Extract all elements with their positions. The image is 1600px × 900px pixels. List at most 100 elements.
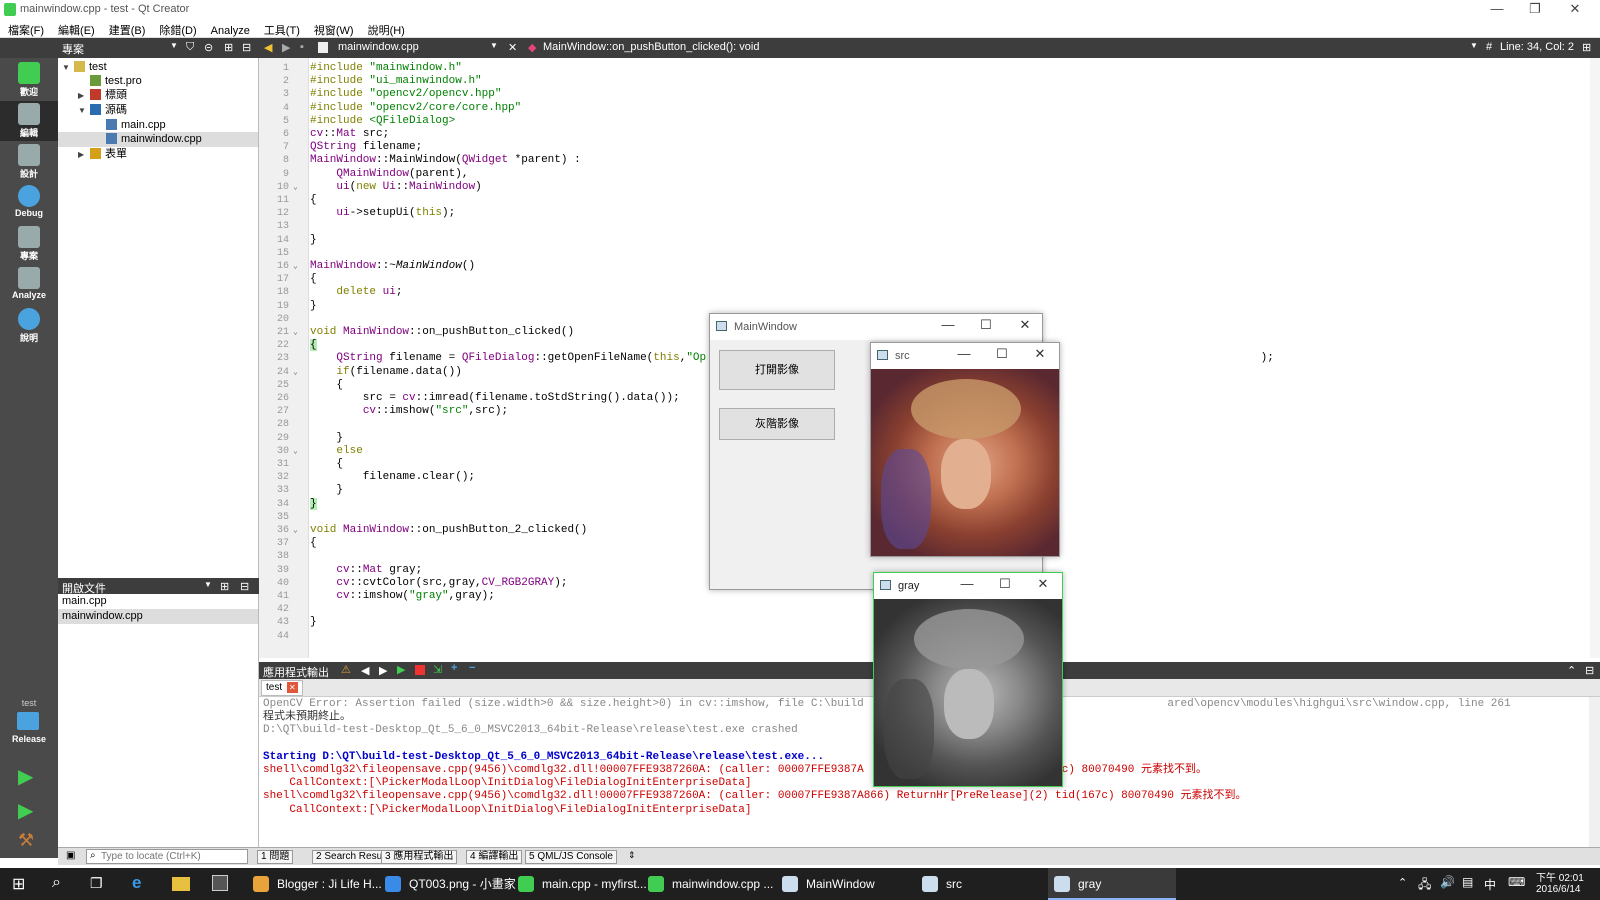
- volume-icon[interactable]: 🔊: [1440, 875, 1455, 889]
- fold-arrow-icon[interactable]: ⌄: [293, 181, 301, 194]
- menu-item[interactable]: 建置(B): [101, 20, 152, 38]
- run-icon[interactable]: ▶: [18, 764, 33, 789]
- function-dropdown-icon[interactable]: ▼: [1470, 41, 1478, 50]
- close-pane-icon[interactable]: ⊟: [1585, 664, 1594, 677]
- menu-item[interactable]: Analyze: [203, 23, 256, 37]
- fold-arrow-icon[interactable]: ⌄: [293, 260, 301, 273]
- locator-field[interactable]: ⌕: [86, 849, 248, 864]
- code-line[interactable]: cv::imshow("src",src);: [310, 405, 508, 418]
- fold-arrow-icon[interactable]: ⌄: [293, 445, 301, 458]
- current-function[interactable]: MainWindow::on_pushButton_clicked(): voi…: [543, 41, 759, 53]
- code-line[interactable]: #include "mainwindow.h": [310, 62, 462, 75]
- close-button[interactable]: ✕: [1556, 0, 1594, 20]
- task-view-icon[interactable]: ❐: [90, 875, 103, 892]
- code-line[interactable]: ui(new Ui::MainWindow): [310, 181, 481, 194]
- taskbar-app[interactable]: gray: [1048, 868, 1176, 900]
- tree-item[interactable]: test.pro: [58, 74, 258, 89]
- fold-arrow-icon[interactable]: ⌄: [293, 366, 301, 379]
- gray-maximize-button[interactable]: ☐: [990, 576, 1020, 592]
- open-doc-item[interactable]: mainwindow.cpp: [58, 609, 258, 624]
- tree-item[interactable]: ▶ 標頭: [58, 88, 258, 103]
- tree-item[interactable]: ▼ 源碼: [58, 103, 258, 118]
- menu-item[interactable]: 編輯(E): [50, 20, 101, 38]
- tree-arrow-icon[interactable]: ▼: [62, 60, 74, 75]
- code-line[interactable]: cv::Mat src;: [310, 128, 389, 141]
- src-maximize-button[interactable]: ☐: [987, 346, 1017, 362]
- taskbar-app[interactable]: main.cpp - myfirst...: [512, 868, 647, 900]
- open-docs-close-icon[interactable]: ⊟: [240, 580, 249, 593]
- code-line[interactable]: }: [310, 234, 317, 247]
- output-scrollbar[interactable]: [1589, 697, 1600, 847]
- taskbar-app[interactable]: MainWindow: [776, 868, 912, 900]
- open-docs-dropdown-icon[interactable]: ▼: [204, 580, 212, 589]
- menu-item[interactable]: 工具(T): [256, 20, 306, 38]
- filter-icon[interactable]: ⛉: [186, 41, 194, 54]
- code-line[interactable]: {: [310, 537, 317, 550]
- clock-time[interactable]: 下午 02:01: [1536, 869, 1584, 884]
- output-tab[interactable]: test ✕: [261, 680, 303, 696]
- split-editor-icon[interactable]: ⊞: [1582, 41, 1591, 54]
- toggle-sidebar-icon[interactable]: ▣: [66, 850, 75, 861]
- zoom-in-icon[interactable]: +: [451, 662, 457, 674]
- code-line[interactable]: {: [310, 273, 317, 286]
- menu-item[interactable]: 視窗(W): [306, 20, 360, 38]
- tree-arrow-icon[interactable]: ▶: [78, 147, 90, 162]
- locator-input[interactable]: [101, 850, 245, 863]
- open-image-button[interactable]: 打開影像: [719, 350, 835, 390]
- code-line[interactable]: cv::cvtColor(src,gray,CV_RGB2GRAY);: [310, 577, 567, 590]
- attach-icon[interactable]: ⚠: [341, 663, 351, 676]
- gray-image-button[interactable]: 灰階影像: [719, 408, 835, 440]
- tray-chevron-icon[interactable]: ⌃: [1398, 876, 1407, 889]
- code-line[interactable]: }: [310, 616, 317, 629]
- menu-item[interactable]: 除錯(D): [151, 20, 202, 38]
- taskbar-app[interactable]: QT003.png - 小畫家: [379, 868, 516, 900]
- tree-item[interactable]: main.cpp: [58, 118, 258, 133]
- code-line[interactable]: MainWindow::MainWindow(QWidget *parent) …: [310, 154, 581, 167]
- search-icon[interactable]: ⌕: [52, 874, 61, 892]
- output-pane-tab[interactable]: 1 問題: [257, 850, 294, 864]
- mode-analyze[interactable]: Analyze: [0, 265, 58, 305]
- fold-arrow-icon[interactable]: ⌄: [293, 326, 301, 339]
- more-tabs-icon[interactable]: ⇕: [628, 850, 636, 861]
- mode-qt-logo[interactable]: 歡迎: [0, 60, 58, 100]
- build-hammer-icon[interactable]: ⚒: [18, 830, 34, 851]
- close-tab-icon[interactable]: ✕: [286, 682, 298, 693]
- code-line[interactable]: else: [310, 445, 362, 458]
- code-line[interactable]: void MainWindow::on_pushButton_2_clicked…: [310, 524, 587, 537]
- mode-help[interactable]: 說明: [0, 306, 58, 346]
- mode-edit[interactable]: 編輯: [0, 101, 58, 141]
- code-line[interactable]: #include "ui_mainwindow.h": [310, 75, 482, 88]
- mainwindow-close-button[interactable]: ✕: [1010, 317, 1040, 333]
- debug-run-icon[interactable]: ▶: [18, 798, 33, 823]
- code-line[interactable]: ui->setupUi(this);: [310, 207, 455, 220]
- code-line[interactable]: filename.clear();: [310, 471, 475, 484]
- file-dropdown-icon[interactable]: ▼: [490, 41, 498, 50]
- kit-selector-icon[interactable]: [17, 712, 39, 730]
- fold-arrow-icon[interactable]: ⌄: [293, 524, 301, 537]
- src-close-button[interactable]: ✕: [1025, 346, 1055, 362]
- code-line[interactable]: MainWindow::~MainWindow(): [310, 260, 475, 273]
- code-line[interactable]: void MainWindow::on_pushButton_clicked(): [310, 326, 574, 339]
- code-line[interactable]: if(filename.data()): [310, 366, 461, 379]
- open-docs-split-icon[interactable]: ⊞: [220, 580, 229, 593]
- tree-arrow-icon[interactable]: ▶: [78, 88, 90, 103]
- code-line[interactable]: {: [310, 379, 343, 392]
- clock-date[interactable]: 2016/6/14: [1536, 884, 1581, 895]
- mainwindow-maximize-button[interactable]: ☐: [971, 317, 1001, 333]
- code-line[interactable]: QMainWindow(parent),: [310, 168, 468, 181]
- maximize-pane-icon[interactable]: ⌃: [1567, 664, 1576, 677]
- stop-icon[interactable]: [415, 665, 425, 675]
- mode-projects[interactable]: 專案: [0, 224, 58, 264]
- tree-item[interactable]: ▼ test: [58, 60, 258, 75]
- split-icon[interactable]: ⊞: [224, 41, 233, 54]
- menu-item[interactable]: 說明(H): [360, 20, 411, 38]
- notification-icon[interactable]: ▤: [1462, 875, 1473, 889]
- code-line[interactable]: {: [310, 339, 317, 352]
- mode-debug[interactable]: Debug: [0, 183, 58, 223]
- zoom-out-icon[interactable]: −: [469, 662, 475, 674]
- prev-icon[interactable]: ◀: [361, 664, 369, 677]
- network-icon[interactable]: 🖧: [1418, 875, 1431, 896]
- tree-item[interactable]: mainwindow.cpp: [58, 132, 258, 147]
- code-line[interactable]: }: [310, 300, 317, 313]
- code-line[interactable]: cv::Mat gray;: [310, 564, 422, 577]
